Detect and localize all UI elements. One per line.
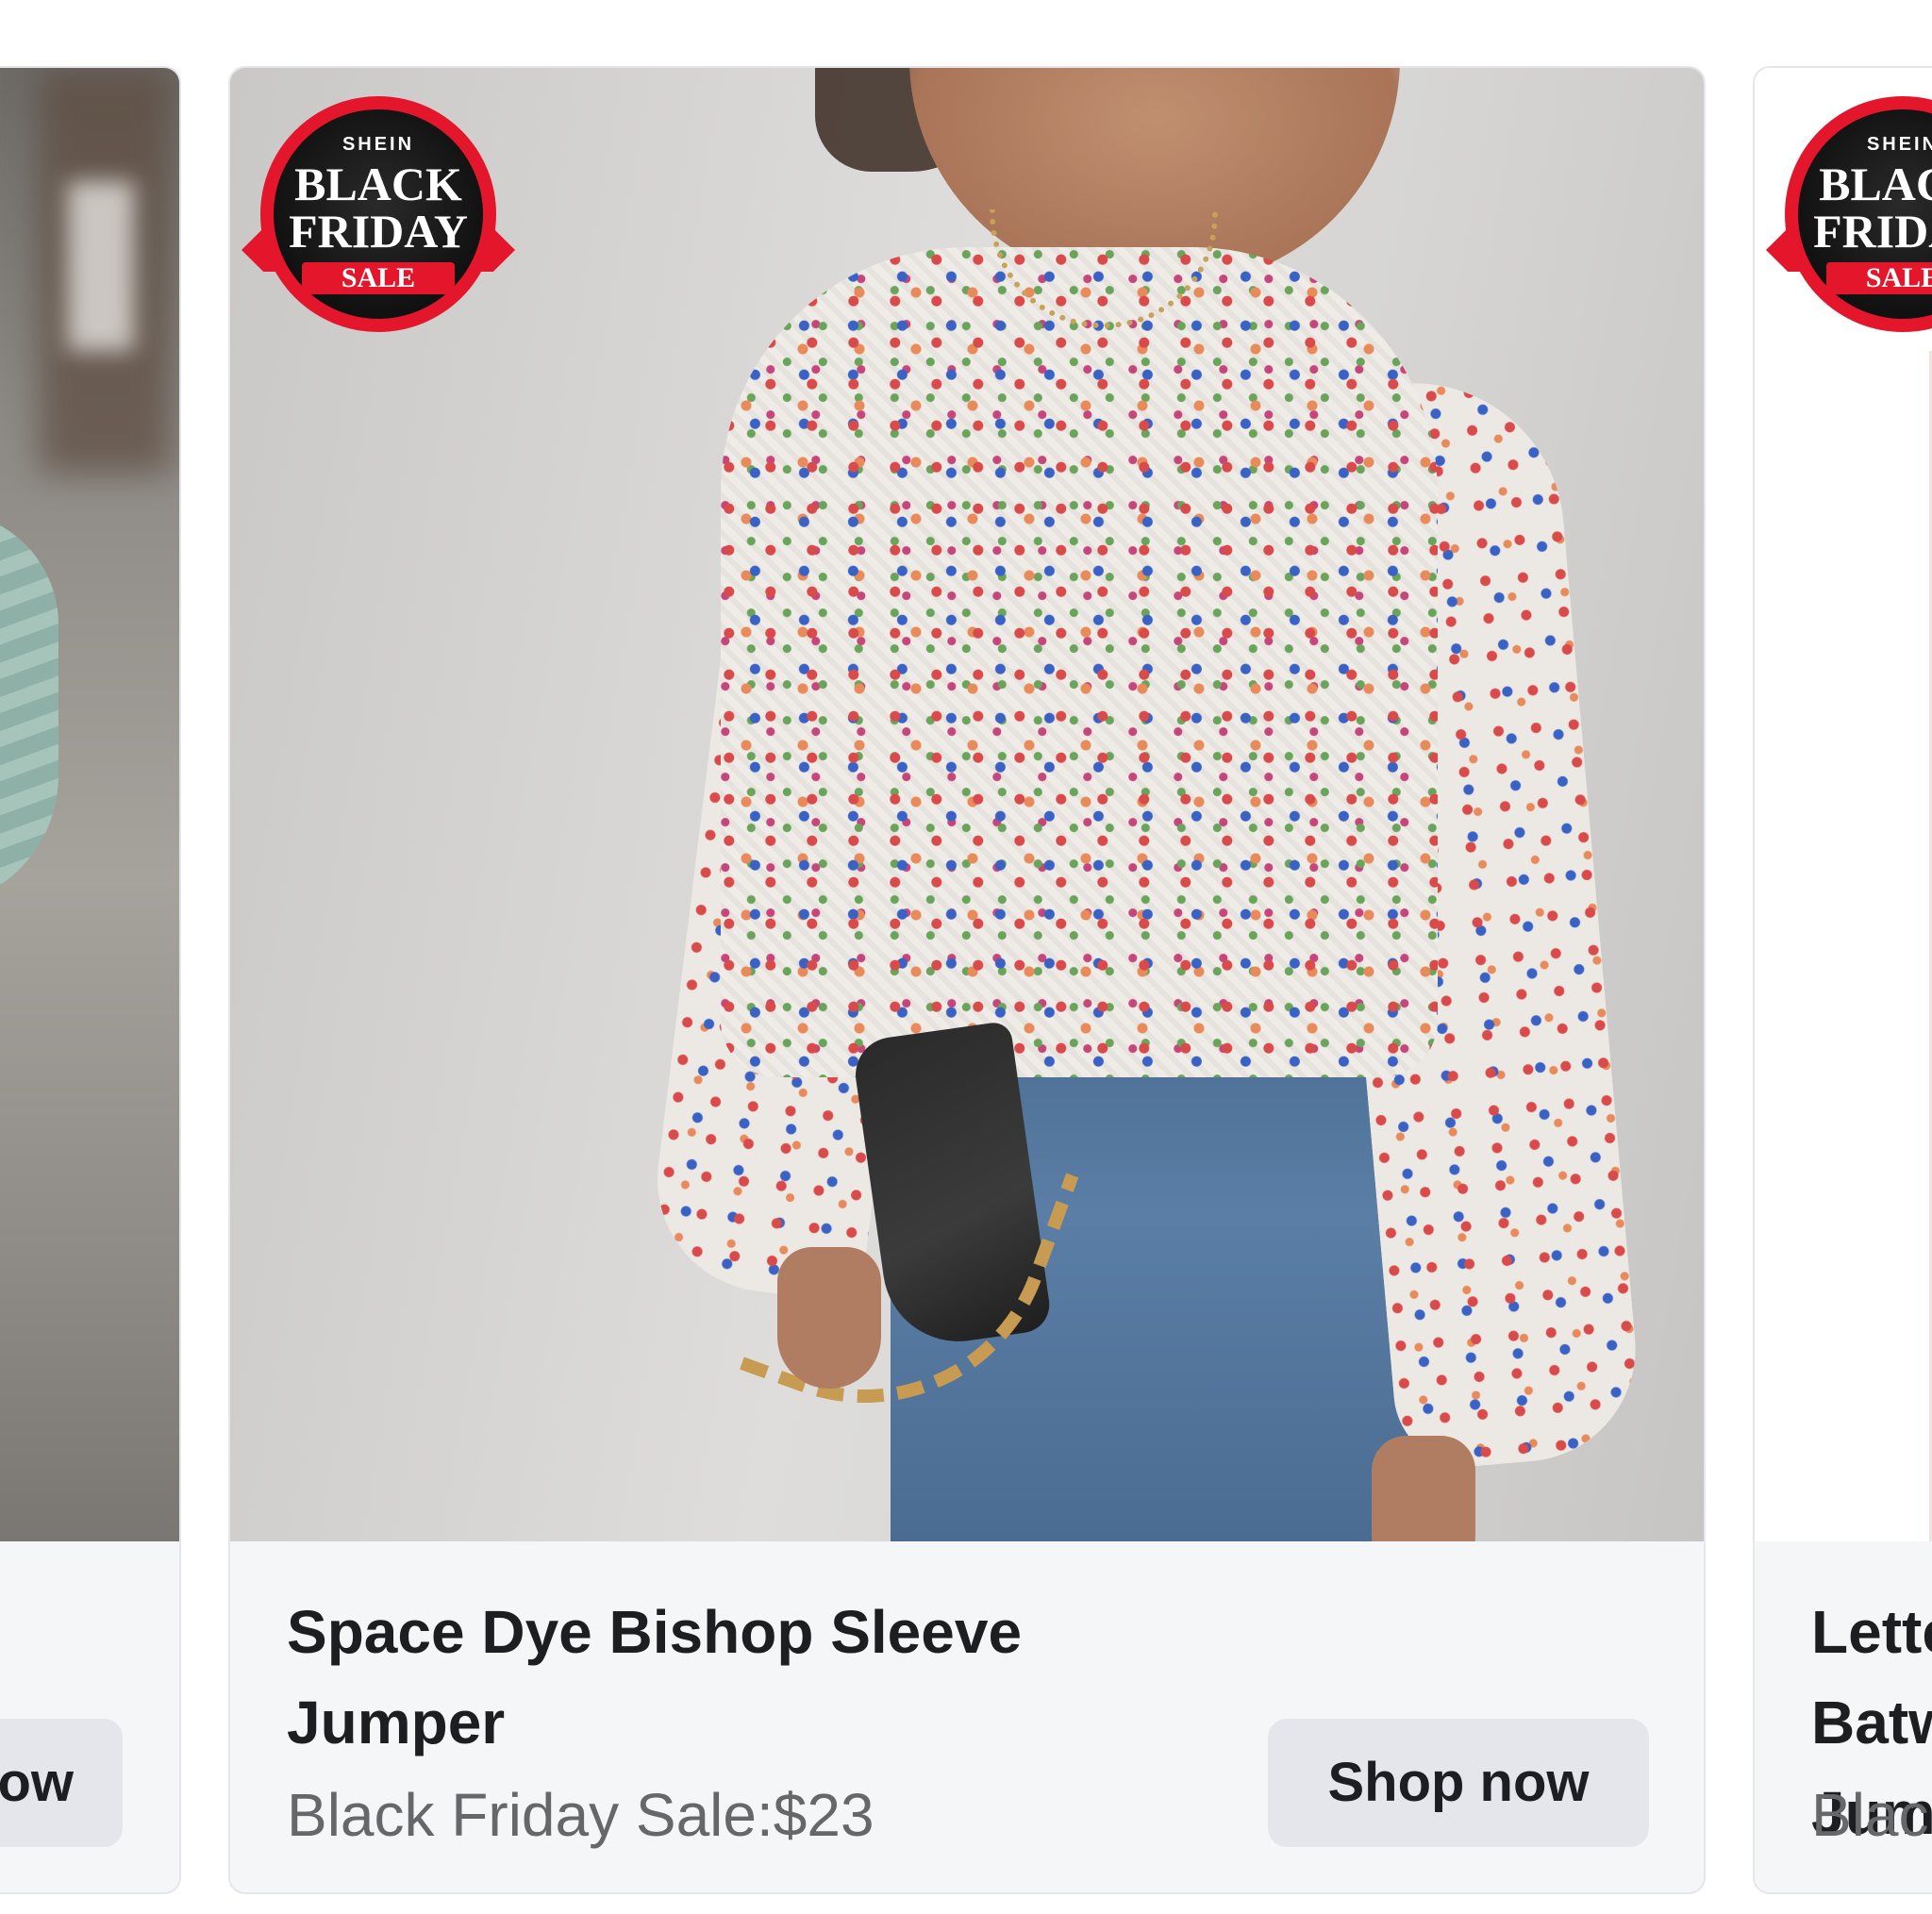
shop-now-button[interactable]: Shop now — [0, 1719, 123, 1847]
image-street-blur — [68, 181, 134, 351]
product-title: Space Dye Bishop Sleeve Jumper — [287, 1598, 1023, 1756]
badge-line-2: FRIDAY — [289, 205, 468, 258]
image-hand — [777, 1247, 881, 1389]
product-price: Black Friday Sale — [1811, 1781, 1932, 1849]
card-footer: Space Dye Bishop Sleeve Jumper Black Fri… — [230, 1541, 1704, 1892]
card-footer: Shop now — [0, 1541, 179, 1892]
black-friday-badge: SHEIN BLACK FRIDAY SALE — [1766, 96, 1932, 332]
badge-line-1: BLACK — [294, 158, 462, 210]
shop-now-button[interactable]: Shop now — [1268, 1719, 1649, 1847]
carousel-card-previous[interactable]: Shop now — [0, 66, 181, 1894]
product-price: Black Friday Sale:$23 — [287, 1781, 874, 1849]
black-friday-badge: SHEIN BLACK FRIDAY SALE — [242, 96, 515, 332]
badge-brand: SHEIN — [341, 134, 415, 155]
image-sweater — [721, 247, 1438, 1077]
badge-sale: SALE — [1826, 262, 1932, 294]
product-image[interactable]: SHEIN BLACK FRIDAY SALE — [230, 68, 1704, 1541]
carousel-card-next[interactable]: SHEIN BLACK FRIDAY SALE Letter Graphic B… — [1753, 66, 1932, 1894]
image-hand — [1372, 1436, 1475, 1541]
card-footer: Letter Graphic Batwing Sleeve Jumper Bla… — [1755, 1541, 1932, 1892]
badge-inner: SHEIN BLACK FRIDAY SALE — [274, 109, 483, 319]
badge-brand: SHEIN — [1866, 134, 1932, 155]
badge-line-2: FRIDAY — [1813, 205, 1932, 258]
carousel-card-current[interactable]: SHEIN BLACK FRIDAY SALE Space Dye Bishop… — [228, 66, 1706, 1894]
badge-sale: SALE — [302, 262, 455, 294]
product-image[interactable]: SHEIN BLACK FRIDAY SALE — [1755, 68, 1932, 1541]
ad-carousel: Shop now SHEIN BLACK FRIDAY — [0, 0, 1932, 1914]
badge-line-1: BLACK — [1819, 158, 1932, 210]
product-image[interactable] — [0, 68, 179, 1541]
